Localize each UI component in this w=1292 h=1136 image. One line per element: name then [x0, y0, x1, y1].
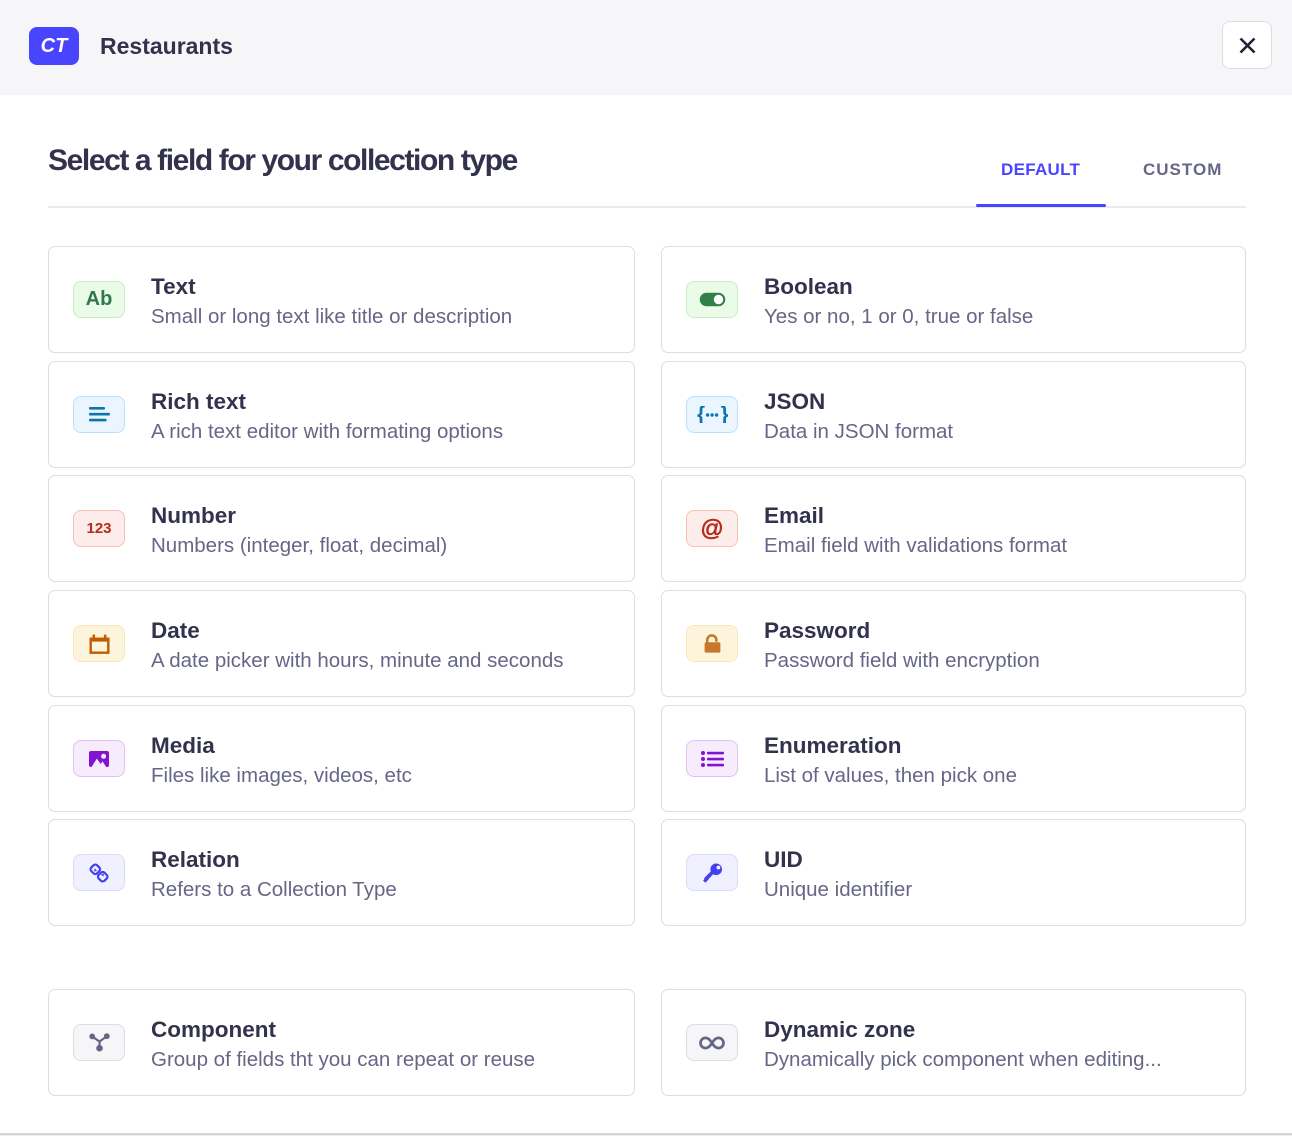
svg-text:}: }: [720, 406, 728, 423]
svg-text:{: {: [697, 406, 705, 423]
